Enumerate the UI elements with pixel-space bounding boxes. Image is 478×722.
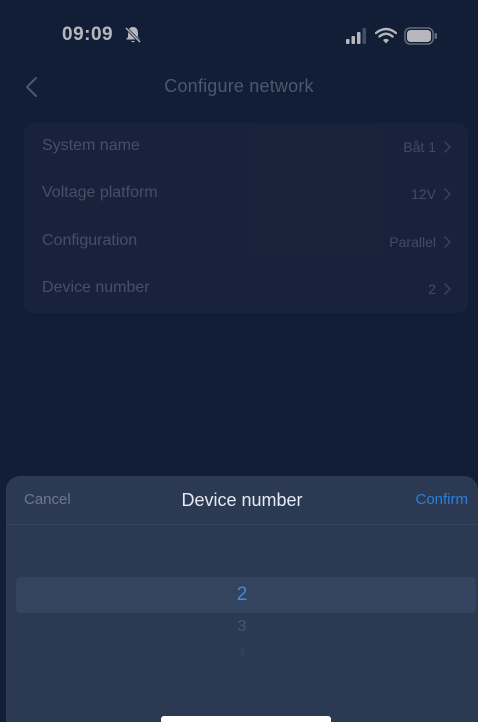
picker-option[interactable]: 3	[6, 618, 478, 636]
home-indicator	[161, 716, 331, 722]
confirm-button[interactable]: Confirm	[415, 491, 468, 508]
device-number-picker-sheet: Cancel Device number Confirm 2 3 4	[6, 476, 478, 722]
sheet-title: Device number	[181, 490, 303, 510]
picker-option[interactable]: 4	[6, 645, 478, 659]
screen: 09:09 Configure network System name Båt …	[0, 0, 478, 722]
picker-option-selected[interactable]: 2	[6, 584, 478, 606]
sheet-header: Cancel Device number Confirm	[6, 476, 478, 525]
number-picker-wheel[interactable]: 2 3 4	[6, 525, 478, 722]
